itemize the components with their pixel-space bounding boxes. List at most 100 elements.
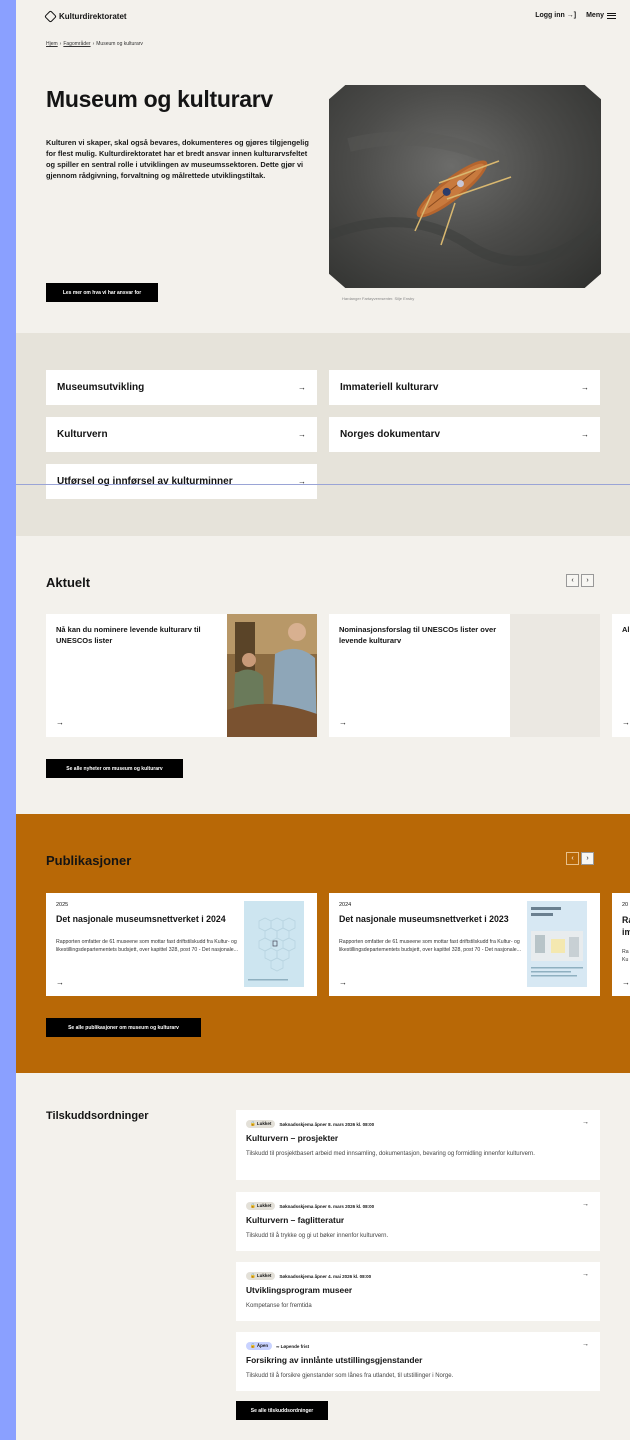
- publication-cover: [244, 901, 304, 987]
- breadcrumb-current: Museum og kulturarv: [96, 41, 143, 47]
- grant-deadline: Søknadsskjema åpner 4. mai 2026 kl. 08:0…: [279, 1273, 372, 1279]
- news-title: Nominasjonsforslag til UNESCOs lister ov…: [339, 625, 497, 645]
- arrow-right-icon: →: [339, 978, 347, 987]
- arrow-right-icon: →: [56, 978, 64, 987]
- link-kulturvern[interactable]: Kulturvern →: [46, 417, 317, 452]
- link-label: Immateriell kulturarv: [340, 382, 439, 393]
- breadcrumb-section[interactable]: Fagområder: [63, 41, 90, 47]
- hero-intro: Kulturen vi skaper, skal også bevares, d…: [46, 138, 309, 181]
- arrow-right-icon: →: [581, 383, 589, 392]
- link-label: Norges dokumentarv: [340, 429, 441, 440]
- hero-image-caption: Hardanger Fartøyvernsenter. Silje Ensby: [342, 296, 415, 301]
- aktuelt-title: Aktuelt: [46, 575, 91, 590]
- publication-card[interactable]: 2025 Det nasjonale museumsnettverket i 2…: [46, 893, 317, 996]
- grant-deadline: Søknadsskjema åpner 8. mars 2026 kl. 08:…: [279, 1121, 375, 1127]
- grant-meta: 🔒 Lukket Søknadsskjema åpner 4. mai 2026…: [246, 1272, 371, 1280]
- arrow-right-icon: →: [582, 1271, 589, 1278]
- menu-label: Meny: [586, 12, 604, 19]
- grant-meta: 🔓 Åpen ∞ Løpende frist: [246, 1342, 309, 1350]
- arrow-right-icon: →: [581, 430, 589, 439]
- publication-year: 2025: [56, 902, 69, 908]
- arrow-right-icon: →: [582, 1119, 589, 1126]
- menu-button[interactable]: Meny: [586, 12, 616, 19]
- news-title: Al: [622, 625, 630, 634]
- publication-title: Det nasjonale museumsnettverket i 2023: [339, 914, 509, 924]
- publication-card[interactable]: 2024 Det nasjonale museumsnettverket i 2…: [329, 893, 600, 996]
- news-image-placeholder: [510, 614, 600, 737]
- status-badge: 🔒 Lukket: [246, 1272, 276, 1280]
- logo-text: Kulturdirektoratet: [59, 12, 127, 21]
- grant-card[interactable]: 🔒 Lukket Søknadsskjema åpner 4. mai 2026…: [236, 1262, 600, 1321]
- publication-description: Rapporten omfatter de 61 museene som mot…: [339, 939, 521, 954]
- arrow-right-icon: →: [622, 718, 630, 727]
- status-label: Lukket: [256, 1121, 272, 1126]
- publication-cover: [527, 901, 587, 987]
- link-label: Utførsel og innførsel av kulturminner: [57, 476, 233, 487]
- hamburger-icon: [607, 12, 616, 19]
- link-norges-dokumentarv[interactable]: Norges dokumentarv →: [329, 417, 600, 452]
- grant-description: Kompetanse for fremtida: [246, 1303, 312, 1309]
- arrow-right-icon: →: [582, 1201, 589, 1208]
- link-museumsutvikling[interactable]: Museumsutvikling →: [46, 370, 317, 405]
- rowboat-illustration: [329, 131, 601, 266]
- publication-description: Ra Ku: [622, 949, 629, 964]
- page-title: Museum og kulturarv: [46, 86, 273, 112]
- grant-card[interactable]: 🔒 Lukket Søknadsskjema åpner 6. mars 202…: [236, 1192, 600, 1251]
- grant-description: Tilskudd til å forsikre gjenstander som …: [246, 1373, 454, 1379]
- site-logo[interactable]: Kulturdirektoratet: [44, 10, 127, 23]
- carousel-prev-button[interactable]: ‹: [566, 574, 579, 587]
- grant-deadline: ∞ Løpende frist: [276, 1343, 310, 1349]
- publication-card[interactable]: 20 Ra im Ra Ku →: [612, 893, 630, 996]
- carousel-next-button[interactable]: ›: [581, 574, 594, 587]
- breadcrumb-separator: ›: [59, 41, 62, 47]
- news-card[interactable]: Nå kan du nominere levende kulturarv til…: [46, 614, 317, 737]
- link-utforsel-innforsel[interactable]: Utførsel og innførsel av kulturminner →: [46, 464, 317, 499]
- grant-card[interactable]: 🔓 Åpen ∞ Løpende frist Forsikring av inn…: [236, 1332, 600, 1391]
- hero-read-more-button[interactable]: Les mer om hva vi har ansvar for: [46, 283, 158, 302]
- grant-deadline: Søknadsskjema åpner 6. mars 2026 kl. 08:…: [279, 1203, 375, 1209]
- publications-carousel-nav: ‹ ›: [566, 852, 594, 865]
- arrow-right-icon: →: [298, 430, 306, 439]
- login-label: Logg inn: [535, 12, 565, 19]
- arrow-right-icon: →: [582, 1341, 589, 1348]
- login-icon: →]: [566, 12, 577, 19]
- publikasjoner-title: Publikasjoner: [46, 853, 132, 868]
- grant-description: Tilskudd til prosjektbasert arbeid med i…: [246, 1151, 535, 1157]
- status-badge: 🔒 Lukket: [246, 1120, 276, 1128]
- grant-card[interactable]: 🔒 Lukket Søknadsskjema åpner 8. mars 202…: [236, 1110, 600, 1180]
- page: Kulturdirektoratet Logg inn →] Meny Hjem…: [16, 0, 630, 1440]
- publication-title: Ra im: [622, 915, 630, 937]
- status-label: Åpen: [256, 1343, 269, 1348]
- grant-description: Tilskudd til å trykke og gi ut bøker inn…: [246, 1233, 389, 1239]
- link-label: Kulturvern: [57, 429, 108, 440]
- news-card[interactable]: Al →: [612, 614, 630, 737]
- all-news-button[interactable]: Se alle nyheter om museum og kulturarv: [46, 759, 183, 778]
- grant-meta: 🔒 Lukket Søknadsskjema åpner 6. mars 202…: [246, 1202, 374, 1210]
- guide-line: [16, 484, 630, 485]
- arrow-right-icon: →: [622, 978, 630, 987]
- people-photo: [227, 614, 317, 737]
- news-image: [227, 614, 317, 737]
- all-grants-button[interactable]: Se alle tilskuddsordninger: [236, 1401, 328, 1420]
- status-label: Lukket: [256, 1203, 272, 1208]
- carousel-next-button[interactable]: ›: [581, 852, 594, 865]
- tilskudd-title: Tilskuddsordninger: [46, 1110, 149, 1122]
- link-immateriell-kulturarv[interactable]: Immateriell kulturarv →: [329, 370, 600, 405]
- aktuelt-carousel-nav: ‹ ›: [566, 574, 594, 587]
- status-badge: 🔒 Lukket: [246, 1202, 276, 1210]
- cover-pattern: [248, 917, 296, 981]
- grant-title: Forsikring av innlånte utstillingsgjenst…: [246, 1355, 423, 1365]
- carousel-prev-button[interactable]: ‹: [566, 852, 579, 865]
- hero-image: [329, 85, 601, 288]
- publication-year: 20: [622, 902, 629, 908]
- breadcrumb-separator: ›: [92, 41, 95, 47]
- publication-year: 2024: [339, 902, 352, 908]
- news-card[interactable]: Nominasjonsforslag til UNESCOs lister ov…: [329, 614, 600, 737]
- link-label: Museumsutvikling: [57, 382, 145, 393]
- status-label: Lukket: [256, 1273, 272, 1278]
- login-button[interactable]: Logg inn →]: [535, 12, 576, 19]
- grant-title: Utviklingsprogram museer: [246, 1285, 353, 1295]
- breadcrumb-home[interactable]: Hjem: [46, 41, 58, 47]
- arrow-right-icon: →: [298, 383, 306, 392]
- all-publications-button[interactable]: Se alle publikasjoner om museum og kultu…: [46, 1018, 201, 1037]
